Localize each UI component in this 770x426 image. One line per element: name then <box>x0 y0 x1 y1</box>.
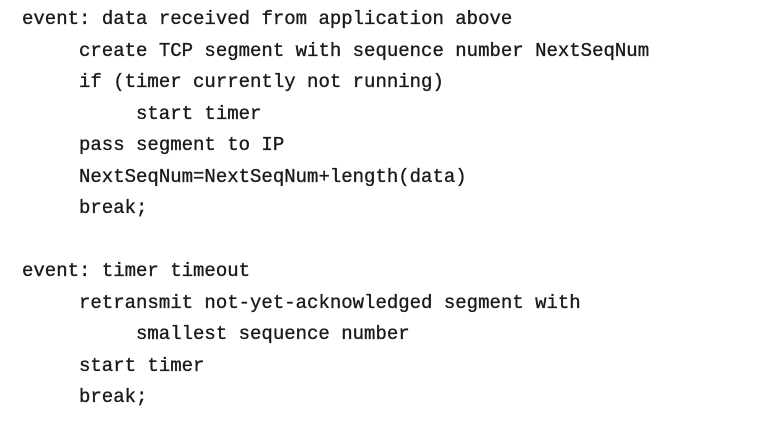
code-line-break: break; <box>79 386 148 408</box>
code-line-if-timer: if (timer currently not running) <box>79 71 444 93</box>
code-line-smallest-sequence: smallest sequence number <box>136 323 410 345</box>
event-header-data-received: event: data received from application ab… <box>22 8 513 30</box>
code-line-start-timer: start timer <box>79 354 205 377</box>
code-line-break: break; <box>79 197 148 219</box>
timer-timeout-event-section: event: timer timeout retransmit not-yet-… <box>22 256 649 414</box>
event-header-timer-timeout: event: timer timeout <box>22 260 251 282</box>
data-received-event-section: event: data received from application ab… <box>22 4 649 225</box>
code-line-retransmit: retransmit not-yet-acknowledged segment … <box>79 291 581 314</box>
pseudocode-block: event: data received from application ab… <box>22 4 649 414</box>
code-line-pass-segment: pass segment to IP <box>79 134 285 156</box>
code-line-start-timer: start timer <box>136 102 262 125</box>
code-line-nextseqnum-update: NextSeqNum=NextSeqNum+length(data) <box>79 165 467 188</box>
code-line-create-segment: create TCP segment with sequence number … <box>79 39 650 62</box>
